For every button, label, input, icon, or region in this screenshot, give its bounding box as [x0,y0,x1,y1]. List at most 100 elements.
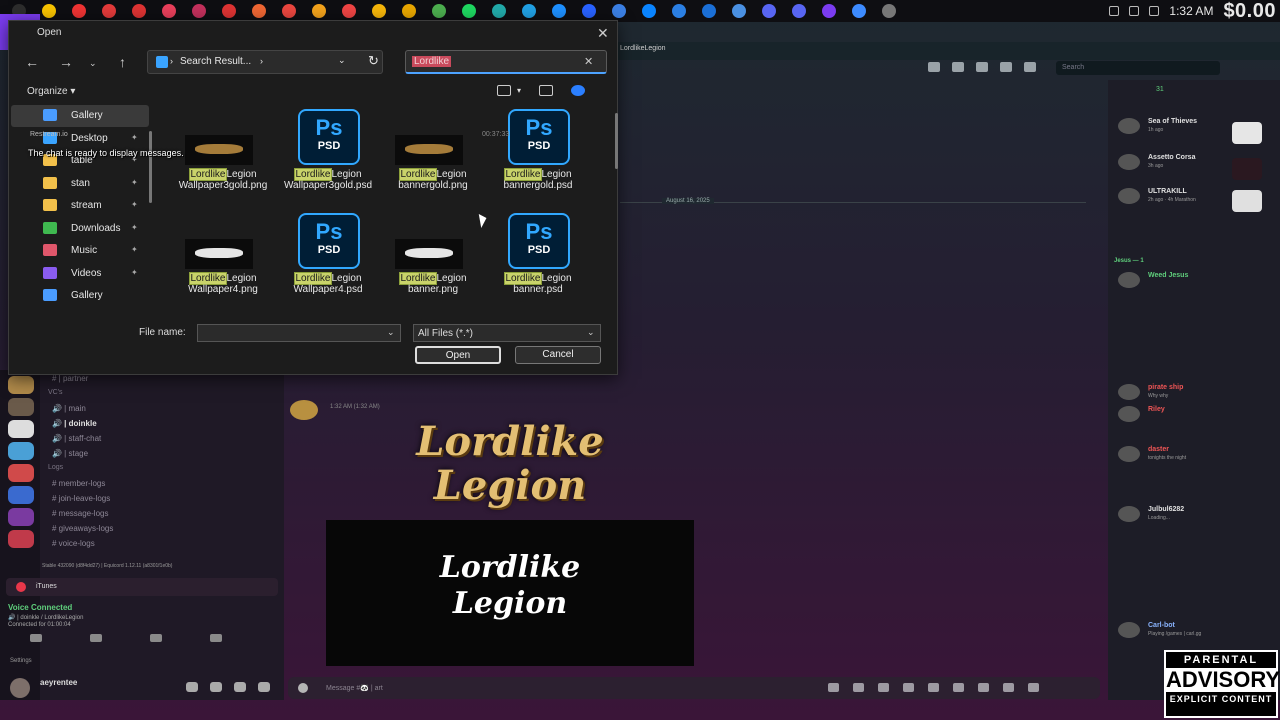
headphones-icon[interactable] [234,682,246,692]
member-name[interactable]: Riley [1148,406,1165,413]
preview-pane-icon[interactable] [539,85,554,96]
taskbar-app-icon[interactable] [522,4,536,18]
lock-icon[interactable] [828,683,839,692]
taskbar-app-icon[interactable] [252,4,266,18]
member-avatar[interactable] [1118,272,1140,288]
sidebar-item-gallery[interactable]: Gallery [11,285,149,307]
taskbar-app-icon[interactable] [732,4,746,18]
taskbar-app-icon[interactable] [672,4,686,18]
pin-icon[interactable] [1000,62,1012,72]
settings-label[interactable]: Settings [10,658,32,664]
help-icon[interactable] [571,85,586,96]
sidebar-item-downloads[interactable]: Downloads ✦ [11,218,149,240]
up-icon[interactable]: ↑ [119,54,126,70]
taskbar-app-icon[interactable] [792,4,806,18]
member-avatar[interactable] [1118,446,1140,462]
taskbar-app-icon[interactable] [342,4,356,18]
taskbar-app-icon[interactable] [582,4,596,18]
settings-icon[interactable] [1149,6,1160,16]
address-bar[interactable]: › Search Result... › ⌄ ↻ [147,50,383,74]
forward-icon[interactable]: → [59,54,73,70]
message-avatar[interactable] [290,400,318,420]
channel-category[interactable]: Logs [48,464,63,471]
username[interactable]: aeyrentee [40,678,77,687]
member-name[interactable]: Assetto Corsa [1148,154,1195,161]
taskbar-app-icon[interactable] [192,4,206,18]
member-avatar[interactable] [1118,506,1140,522]
taskbar-app-icon[interactable] [852,4,866,18]
controller-icon[interactable] [1028,683,1039,692]
channel-item[interactable]: 🔊 | doinkle [52,419,97,428]
bell-icon[interactable] [976,62,988,72]
channel-item[interactable]: 🔊 | main [52,404,86,413]
chevron-down-icon[interactable]: ⌄ [587,327,595,338]
taskbar-app-icon[interactable] [42,4,56,18]
taskbar-app-icon[interactable] [102,4,116,18]
server-icon[interactable] [8,398,34,416]
member-name[interactable]: Sea of Thieves [1148,118,1197,125]
refresh-icon[interactable]: ↻ [368,53,379,69]
taskbar-app-icon[interactable] [372,4,386,18]
chevron-down-icon[interactable]: ⌄ [338,55,346,66]
member-avatar[interactable] [1118,118,1140,134]
member-name[interactable]: ULTRAKILL [1148,188,1187,195]
server-icon[interactable] [8,376,34,394]
pin-icon[interactable]: ✦ [131,200,138,209]
taskbar-app-icon[interactable] [432,4,446,18]
server-icon[interactable] [8,530,34,548]
gamepad-icon[interactable] [186,682,198,692]
taskbar-app-icon[interactable] [162,4,176,18]
server-icon[interactable] [8,486,34,504]
file-tile[interactable]: Ps PSD LordlikeLegion Wallpaper4.psd [278,211,376,311]
volume-icon[interactable] [1129,6,1140,16]
taskbar-app-icon[interactable] [462,4,476,18]
gift-icon[interactable] [928,683,939,692]
pins-icon[interactable] [952,62,964,72]
emoji-icon[interactable] [1003,683,1014,692]
channel-item[interactable]: # join-leave-logs [52,494,110,503]
keyboard-icon[interactable] [978,683,989,692]
activity-icon[interactable] [150,634,162,642]
sticker-icon[interactable] [878,683,889,692]
channel-item[interactable]: # voice-logs [52,539,95,548]
voice-channel[interactable]: 🔊 | doinkle / LordlikeLegion [8,614,83,621]
sidebar-item-videos[interactable]: Videos ✦ [11,263,149,285]
member-name[interactable]: daster [1148,446,1169,453]
channel-item[interactable]: # member-logs [52,479,105,488]
gif-icon[interactable] [853,683,864,692]
threads-icon[interactable] [928,62,940,72]
channel-item[interactable]: # | partner [52,374,88,383]
logo-gold-image[interactable]: Lordlike Legion [330,420,690,516]
clear-search-icon[interactable]: ✕ [584,55,593,68]
taskbar-app-icon[interactable] [822,4,836,18]
member-avatar[interactable] [1118,622,1140,638]
view-mode-icon[interactable] [497,85,511,96]
channel-category[interactable]: VC's [48,389,63,396]
file-tile[interactable]: Ps PSD LordlikeLegion Wallpaper3gold.psd [278,107,376,207]
search-input[interactable]: Lordlike ✕ [405,50,607,74]
file-tile[interactable]: LordlikeLegion Wallpaper4.png [173,211,271,311]
server-icon[interactable] [8,508,34,526]
sidebar-item-stan[interactable]: stan ✦ [11,173,149,195]
sidebar-item-gallery[interactable]: Gallery [11,105,149,127]
avatar[interactable] [10,678,30,698]
organize-menu[interactable]: Organize ▾ [27,86,75,97]
close-icon[interactable]: ✕ [597,25,609,42]
soundboard-icon[interactable] [210,634,222,642]
back-icon[interactable]: ← [25,54,39,70]
taskbar-app-icon[interactable] [222,4,236,18]
member-avatar[interactable] [1118,154,1140,170]
member-name[interactable]: pirate ship [1148,384,1183,391]
now-playing-bar[interactable]: iTunes [6,578,278,596]
file-tile[interactable]: LordlikeLegion banner.png [383,211,481,311]
taskbar-app-icon[interactable] [552,4,566,18]
member-name[interactable]: Carl-bot [1148,622,1175,629]
grid-scrollbar[interactable] [615,113,618,169]
apps-icon[interactable] [953,683,964,692]
pin-icon[interactable]: ✦ [131,133,138,142]
taskbar-app-icon[interactable] [282,4,296,18]
members-icon[interactable] [1024,62,1036,72]
file-name-input[interactable] [197,324,401,342]
chevron-down-icon[interactable]: ⌄ [387,327,395,338]
taskbar-app-icon[interactable] [402,4,416,18]
